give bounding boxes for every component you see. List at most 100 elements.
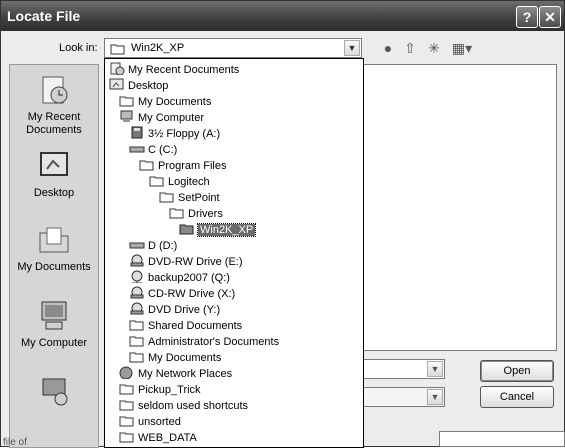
dropdown-item[interactable]: C (C:) [129, 142, 177, 157]
dropdown-item[interactable]: CD-RW Drive (X:) [129, 286, 235, 301]
file-name-field[interactable]: ▼ [363, 359, 445, 379]
cd-drive-icon [130, 286, 144, 299]
views-menu-icon[interactable]: ▦▾ [451, 40, 473, 56]
dropdown-item[interactable]: SetPoint [159, 190, 220, 205]
folder-open-icon [110, 44, 125, 55]
drive-icon [129, 242, 145, 249]
help-button[interactable]: ? [516, 6, 538, 28]
cd-drive-icon [130, 302, 144, 315]
dropdown-item-label: SetPoint [178, 192, 220, 204]
dropdown-item[interactable]: My Network Places [119, 366, 232, 381]
dropdown-item[interactable]: 3½ Floppy (A:) [129, 126, 220, 141]
recent-documents-icon [110, 62, 125, 75]
folder-icon [119, 384, 134, 395]
place-label: My Documents [17, 261, 91, 273]
close-button[interactable]: ✕ [539, 6, 561, 28]
dropdown-item-label: My Recent Documents [128, 64, 240, 76]
dropdown-item[interactable]: Desktop [109, 78, 168, 93]
network-icon [42, 378, 68, 406]
place-network[interactable] [10, 373, 98, 411]
dropdown-item[interactable]: unsorted [119, 414, 181, 429]
chevron-down-icon[interactable]: ▼ [427, 389, 443, 405]
dropdown-item[interactable]: seldom used shortcuts [119, 398, 248, 413]
dropdown-item-label: Program Files [158, 160, 227, 172]
dropdown-item[interactable]: backup2007 (Q:) [129, 270, 230, 285]
folder-icon [119, 96, 134, 107]
open-button[interactable]: Open [480, 360, 554, 382]
desktop-icon [109, 78, 124, 90]
dropdown-item[interactable]: Program Files [139, 158, 226, 173]
dropdown-item[interactable]: Shared Documents [129, 318, 242, 333]
dropdown-item-label: DVD-RW Drive (E:) [148, 256, 243, 268]
title-bar: Locate File ? ✕ [1, 1, 564, 31]
folder-open-icon [179, 224, 194, 235]
bottom-field[interactable] [439, 431, 565, 447]
dropdown-item-label: 3½ Floppy (A:) [148, 128, 221, 140]
look-in-value: Win2K_XP [131, 42, 185, 54]
folder-icon [119, 432, 134, 443]
dropdown-item[interactable]: D (D:) [129, 238, 177, 253]
my-computer-icon [41, 301, 67, 330]
computer-icon [120, 110, 133, 122]
dropdown-item-label: DVD Drive (Y:) [148, 304, 221, 316]
dropdown-item-label: D (D:) [148, 240, 178, 252]
place-label: My Recent [27, 111, 81, 123]
folder-icon [119, 400, 134, 411]
dropdown-item[interactable]: Drivers [169, 206, 223, 221]
dropdown-item-label: Win2K_XP [196, 223, 257, 237]
my-documents-icon [39, 227, 69, 253]
desktop-icon [40, 152, 68, 176]
dropdown-item-label: My Documents [138, 96, 212, 108]
dropdown-item[interactable]: Administrator's Documents [129, 334, 279, 349]
dropdown-item-label: My Documents [148, 352, 222, 364]
folder-icon [119, 416, 134, 427]
dropdown-item[interactable]: Pickup_Trick [119, 382, 201, 397]
up-folder-icon[interactable]: ⇧ [401, 40, 419, 56]
chevron-down-icon[interactable]: ▼ [344, 40, 360, 56]
dropdown-item[interactable]: Win2K_XP [179, 222, 257, 237]
look-in-label: Look in: [59, 42, 98, 54]
folder-icon [129, 320, 144, 331]
dropdown-item-label: C (C:) [148, 144, 178, 156]
folder-icon [129, 336, 144, 347]
cd-drive-icon [130, 254, 144, 267]
look-in-dropdown[interactable]: Win2K_XP ▼ [104, 38, 362, 58]
folder-icon [169, 208, 184, 219]
dropdown-item[interactable]: Logitech [149, 174, 210, 189]
dropdown-item-label: unsorted [138, 416, 181, 428]
dropdown-item[interactable]: My Documents [129, 350, 221, 365]
dropdown-item-label: Desktop [128, 80, 169, 92]
dropdown-item-label: CD-RW Drive (X:) [148, 288, 236, 300]
locate-file-dialog: Locate File ? ✕ Look in: Win2K_XP ▼ ● ⇧ … [0, 0, 565, 448]
place-desktop[interactable]: Desktop [10, 149, 98, 200]
dropdown-item-label: My Network Places [138, 368, 233, 380]
cancel-button[interactable]: Cancel [480, 386, 554, 408]
bottom-label: file of [3, 437, 27, 448]
dropdown-item[interactable]: My Computer [119, 110, 204, 125]
back-icon[interactable]: ● [379, 40, 397, 56]
recent-documents-icon [42, 76, 68, 104]
network-drive-icon [131, 270, 143, 283]
places-bar: My Recent Documents Desktop My Documents [9, 64, 99, 448]
folder-icon [159, 192, 174, 203]
new-folder-icon[interactable]: ✳ [425, 40, 443, 56]
dropdown-item-label: Pickup_Trick [138, 384, 201, 396]
file-type-select[interactable]: ▼ [363, 387, 445, 407]
dropdown-item[interactable]: DVD Drive (Y:) [129, 302, 220, 317]
dropdown-item-label: My Computer [138, 112, 205, 124]
dropdown-item-label: WEB_DATA [138, 432, 197, 444]
place-my-computer[interactable]: My Computer [10, 299, 98, 350]
place-label: Desktop [33, 187, 75, 199]
dropdown-item[interactable]: My Recent Documents [109, 62, 239, 77]
dropdown-item-label: Drivers [188, 208, 223, 220]
dropdown-item[interactable]: DVD-RW Drive (E:) [129, 254, 243, 269]
chevron-down-icon[interactable]: ▼ [427, 361, 443, 377]
dropdown-item-label: backup2007 (Q:) [148, 272, 230, 284]
place-recent-documents[interactable]: My Recent Documents [10, 73, 98, 137]
folder-icon [149, 176, 164, 187]
dropdown-item-label: Shared Documents [148, 320, 243, 332]
dropdown-item[interactable]: WEB_DATA [119, 430, 197, 445]
place-my-documents[interactable]: My Documents [10, 223, 98, 274]
dropdown-item[interactable]: My Documents [119, 94, 211, 109]
place-label: My Computer [20, 337, 88, 349]
